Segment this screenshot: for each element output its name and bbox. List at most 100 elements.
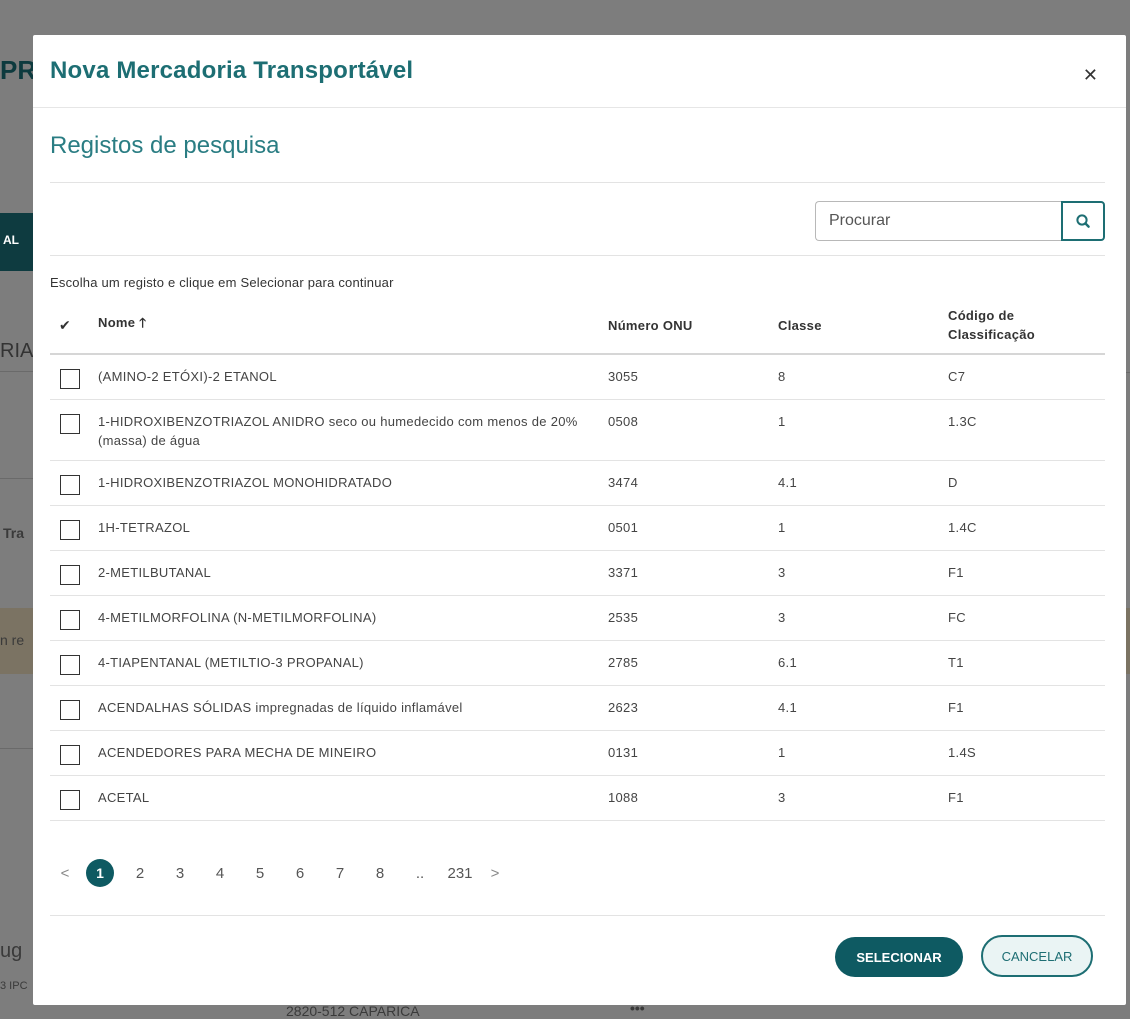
row-checkbox[interactable]: [60, 700, 80, 720]
search-divider: [50, 255, 1105, 256]
pagination-page[interactable]: 2: [120, 865, 160, 882]
row-checkbox[interactable]: [60, 520, 80, 540]
pagination-page[interactable]: 6: [280, 865, 320, 882]
pagination-next[interactable]: >: [480, 865, 510, 882]
table-row[interactable]: ACETAL 1088 3 F1: [50, 775, 1105, 821]
select-button[interactable]: SELECIONAR: [835, 937, 963, 977]
cell-classe: 1: [778, 730, 948, 776]
column-header-codigo[interactable]: Código de Classificação: [948, 297, 1105, 355]
modal-dialog: Nova Mercadoria Transportável ✕ Registos…: [33, 35, 1126, 1005]
row-checkbox[interactable]: [60, 745, 80, 765]
cell-onu: 0501: [608, 505, 778, 551]
cell-nome: 1H-TETRAZOL: [98, 505, 608, 551]
cell-codigo: F1: [948, 685, 1105, 731]
background-divider: [0, 478, 33, 479]
table-row[interactable]: 2-METILBUTANAL 3371 3 F1: [50, 550, 1105, 596]
column-header-nome[interactable]: Nome 🡑: [98, 297, 608, 355]
background-banner: [1126, 608, 1130, 674]
column-header-onu[interactable]: Número ONU: [608, 297, 778, 355]
cell-codigo: FC: [948, 595, 1105, 641]
table-row[interactable]: ACENDEDORES PARA MECHA DE MINEIRO 0131 1…: [50, 730, 1105, 776]
pagination-page[interactable]: 7: [320, 865, 360, 882]
pagination-ellipsis: ..: [415, 864, 425, 882]
table-row[interactable]: ACENDALHAS SÓLIDAS impregnadas de líquid…: [50, 685, 1105, 731]
row-checkbox[interactable]: [60, 655, 80, 675]
cell-classe: 3: [778, 595, 948, 641]
cell-codigo: 1.3C: [948, 399, 1105, 461]
table-row[interactable]: 1-HIDROXIBENZOTRIAZOL ANIDRO seco ou hum…: [50, 399, 1105, 461]
column-header-classe[interactable]: Classe: [778, 297, 948, 355]
background-divider: [0, 748, 33, 749]
cell-classe: 1: [778, 399, 948, 461]
background-text: Tra: [3, 525, 25, 541]
search-button[interactable]: [1061, 201, 1105, 241]
cell-classe: 3: [778, 775, 948, 821]
search-box: [815, 201, 1105, 243]
select-column-header: ✔: [50, 297, 98, 355]
table-row[interactable]: (AMINO-2 ETÓXI)-2 ETANOL 3055 8 C7: [50, 354, 1105, 400]
pagination-page-active[interactable]: 1: [86, 859, 114, 887]
cell-codigo: C7: [948, 354, 1105, 400]
cell-nome: 1-HIDROXIBENZOTRIAZOL ANIDRO seco ou hum…: [98, 399, 608, 461]
row-checkbox[interactable]: [60, 475, 80, 495]
cell-onu: 0508: [608, 399, 778, 461]
instructions-text: Escolha um registo e clique em Seleciona…: [50, 275, 394, 290]
background-divider: [1126, 372, 1130, 373]
cell-codigo: 1.4S: [948, 730, 1105, 776]
cancel-button[interactable]: CANCELAR: [981, 935, 1093, 977]
search-input[interactable]: [815, 201, 1061, 241]
check-icon: ✔: [59, 316, 72, 333]
section-title: Registos de pesquisa: [50, 132, 280, 159]
pagination-page[interactable]: 5: [240, 865, 280, 882]
cell-codigo: F1: [948, 550, 1105, 596]
column-label-classe: Classe: [778, 317, 822, 333]
column-label-nome: Nome: [98, 315, 136, 330]
cell-classe: 3: [778, 550, 948, 596]
cell-nome: ACENDEDORES PARA MECHA DE MINEIRO: [98, 730, 608, 776]
results-table: ✔ Nome 🡑 Número ONU Classe Código de Cla…: [50, 297, 1105, 821]
row-checkbox[interactable]: [60, 790, 80, 810]
cell-nome: 1-HIDROXIBENZOTRIAZOL MONOHIDRATADO: [98, 460, 608, 506]
search-icon: [1076, 214, 1090, 228]
pagination-page[interactable]: 8: [360, 865, 400, 882]
cell-nome: 4-METILMORFOLINA (N-METILMORFOLINA): [98, 595, 608, 641]
cell-codigo: D: [948, 460, 1105, 506]
row-checkbox[interactable]: [60, 565, 80, 585]
pagination-page[interactable]: 3: [160, 865, 200, 882]
background-divider: [0, 371, 33, 372]
cell-onu: 1088: [608, 775, 778, 821]
column-label-onu: Número ONU: [608, 317, 693, 333]
table-header-row: ✔ Nome 🡑 Número ONU Classe Código de Cla…: [50, 297, 1105, 355]
close-icon[interactable]: ✕: [1083, 65, 1098, 85]
cell-onu: 3474: [608, 460, 778, 506]
background-page-title: PR: [0, 55, 37, 85]
cell-classe: 8: [778, 354, 948, 400]
pagination-prev[interactable]: <: [50, 865, 80, 882]
sort-up-icon: 🡑: [139, 315, 147, 330]
background-text: RIA: [0, 340, 34, 362]
table-row[interactable]: 1-HIDROXIBENZOTRIAZOL MONOHIDRATADO 3474…: [50, 460, 1105, 506]
cell-nome: 2-METILBUTANAL: [98, 550, 608, 596]
table-row[interactable]: 4-METILMORFOLINA (N-METILMORFOLINA) 2535…: [50, 595, 1105, 641]
cell-classe: 4.1: [778, 460, 948, 506]
cell-codigo: 1.4C: [948, 505, 1105, 551]
pagination-page[interactable]: 4: [200, 865, 240, 882]
cell-nome: ACETAL: [98, 775, 608, 821]
cell-classe: 4.1: [778, 685, 948, 731]
background-text: ug: [0, 940, 23, 962]
cell-onu: 0131: [608, 730, 778, 776]
table-row[interactable]: 1H-TETRAZOL 0501 1 1.4C: [50, 505, 1105, 551]
row-checkbox[interactable]: [60, 369, 80, 389]
table-row[interactable]: 4-TIAPENTANAL (METILTIO-3 PROPANAL) 2785…: [50, 640, 1105, 686]
pagination-page-last[interactable]: 231: [440, 865, 480, 882]
cell-classe: 6.1: [778, 640, 948, 686]
modal-header: Nova Mercadoria Transportável ✕: [33, 35, 1126, 108]
column-label-codigo: Código de Classificação: [948, 308, 1036, 342]
cell-nome: (AMINO-2 ETÓXI)-2 ETANOL: [98, 354, 608, 400]
row-checkbox[interactable]: [60, 414, 80, 434]
pagination: < 1 2 3 4 5 6 7 8 .. 231 >: [50, 858, 510, 888]
background-tab-label: AL: [3, 233, 19, 247]
background-text: n re: [0, 632, 25, 648]
row-checkbox[interactable]: [60, 610, 80, 630]
cell-nome: ACENDALHAS SÓLIDAS impregnadas de líquid…: [98, 685, 608, 731]
